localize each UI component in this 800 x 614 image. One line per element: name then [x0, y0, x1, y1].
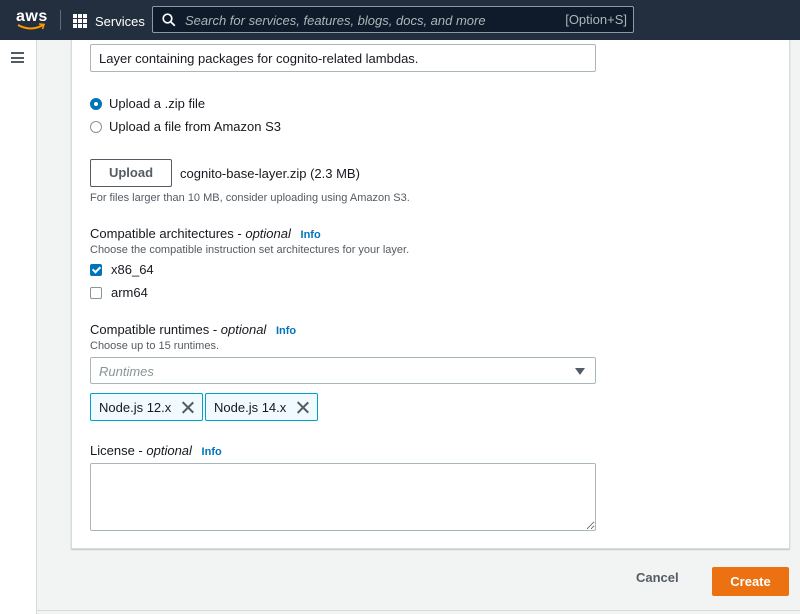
runtime-token-label: Node.js 14.x: [214, 399, 287, 415]
upload-button[interactable]: Upload: [90, 159, 172, 187]
nav-divider: [60, 10, 61, 30]
license-label-text: License -: [90, 443, 147, 458]
upload-s3-label: Upload a file from Amazon S3: [109, 119, 281, 134]
search-shortcut-hint: [Option+S]: [565, 12, 627, 27]
radio-unchecked-icon: [90, 120, 102, 133]
runtime-token-label: Node.js 12.x: [99, 399, 172, 415]
checkbox-checked-icon: [90, 263, 102, 276]
optional-text: optional: [245, 226, 291, 241]
top-navigation: aws Services [Option+S]: [0, 0, 800, 40]
aws-logo[interactable]: aws: [16, 8, 47, 32]
optional-text: optional: [220, 322, 267, 337]
services-menu-button[interactable]: Services: [73, 12, 145, 30]
cancel-button[interactable]: Cancel: [636, 570, 679, 585]
radio-checked-icon: [90, 97, 102, 110]
x86-64-checkbox[interactable]: x86_64: [90, 262, 154, 277]
services-grid-icon: [73, 14, 87, 28]
search-icon: [162, 13, 176, 27]
selected-file-name: cognito-base-layer.zip (2.3 MB): [180, 166, 360, 181]
upload-zip-radio[interactable]: Upload a .zip file: [90, 96, 205, 111]
runtimes-info-link[interactable]: Info: [276, 325, 296, 337]
file-size-hint: For files larger than 10 MB, consider up…: [90, 192, 410, 204]
create-button[interactable]: Create: [712, 567, 789, 596]
optional-text: optional: [146, 443, 192, 458]
checkbox-unchecked-icon: [90, 286, 102, 299]
license-label: License - optional Info: [90, 443, 222, 458]
menu-icon[interactable]: [11, 52, 24, 63]
architectures-info-link[interactable]: Info: [301, 229, 321, 241]
license-textarea[interactable]: [90, 463, 596, 531]
license-info-link[interactable]: Info: [202, 446, 222, 458]
description-input[interactable]: [90, 44, 596, 72]
caret-down-icon: [575, 368, 585, 375]
runtime-token: Node.js 14.x: [205, 393, 319, 421]
arm64-label: arm64: [111, 285, 148, 300]
x86-64-label: x86_64: [111, 262, 154, 277]
architectures-label-text: Compatible architectures -: [90, 226, 246, 241]
architectures-hint: Choose the compatible instruction set ar…: [90, 244, 410, 256]
side-navigation: [0, 40, 37, 614]
architectures-label: Compatible architectures - optional Info: [90, 226, 321, 241]
footer-divider: [36, 610, 800, 611]
remove-token-icon[interactable]: [296, 401, 309, 414]
global-search-box[interactable]: [Option+S]: [152, 6, 634, 33]
runtimes-label: Compatible runtimes - optional Info: [90, 322, 296, 337]
upload-s3-radio[interactable]: Upload a file from Amazon S3: [90, 119, 281, 134]
arm64-checkbox[interactable]: arm64: [90, 285, 148, 300]
services-label: Services: [95, 13, 145, 29]
runtime-token: Node.js 12.x: [90, 393, 204, 421]
runtimes-label-text: Compatible runtimes -: [90, 322, 221, 337]
runtimes-hint: Choose up to 15 runtimes.: [90, 340, 220, 352]
search-input[interactable]: [183, 10, 557, 31]
runtimes-select[interactable]: Runtimes: [90, 357, 596, 384]
aws-smile-icon: [17, 23, 45, 30]
remove-token-icon[interactable]: [181, 401, 194, 414]
runtimes-placeholder: Runtimes: [99, 364, 154, 379]
layer-configuration-panel: Upload a .zip file Upload a file from Am…: [71, 40, 790, 549]
upload-zip-label: Upload a .zip file: [109, 96, 206, 111]
